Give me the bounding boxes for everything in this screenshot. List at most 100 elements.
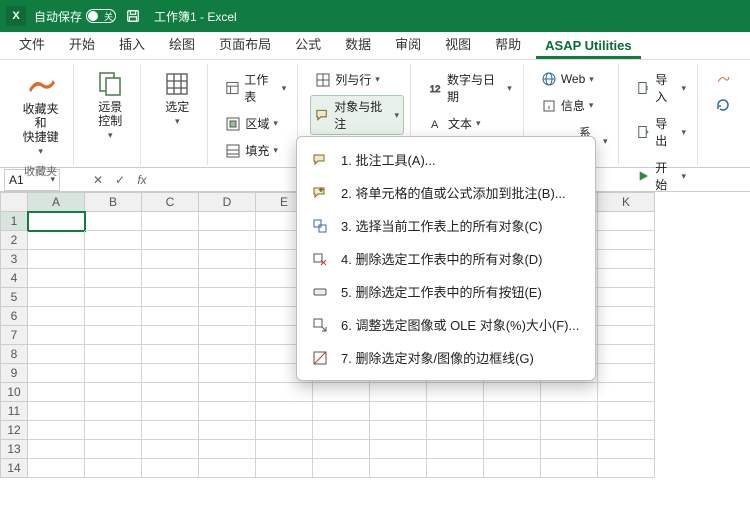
row-header[interactable]: 12 xyxy=(0,421,28,440)
cell[interactable] xyxy=(28,421,85,440)
cell[interactable] xyxy=(598,402,655,421)
row-header[interactable]: 4 xyxy=(0,269,28,288)
cell[interactable] xyxy=(313,402,370,421)
row-header[interactable]: 2 xyxy=(0,231,28,250)
select-button[interactable]: 选定 ▾ xyxy=(153,66,201,131)
row-header[interactable]: 3 xyxy=(0,250,28,269)
cell[interactable] xyxy=(598,383,655,402)
cell[interactable] xyxy=(427,421,484,440)
row-header[interactable]: 13 xyxy=(0,440,28,459)
import-button[interactable]: 导入▾ xyxy=(631,68,691,108)
cell[interactable] xyxy=(142,212,199,231)
cell[interactable] xyxy=(85,364,142,383)
tab-layout[interactable]: 页面布局 xyxy=(210,29,280,59)
cell[interactable] xyxy=(541,459,598,478)
cell[interactable] xyxy=(256,440,313,459)
cell[interactable] xyxy=(85,307,142,326)
cell[interactable] xyxy=(598,231,655,250)
cell[interactable] xyxy=(85,326,142,345)
cell[interactable] xyxy=(427,459,484,478)
tab-home[interactable]: 开始 xyxy=(60,29,104,59)
cell[interactable] xyxy=(85,345,142,364)
cell[interactable] xyxy=(427,440,484,459)
row-header[interactable]: 6 xyxy=(0,307,28,326)
cell[interactable] xyxy=(598,212,655,231)
cell[interactable] xyxy=(199,364,256,383)
cell[interactable] xyxy=(28,212,85,231)
fx-icon[interactable]: fx xyxy=(134,173,150,187)
cell[interactable] xyxy=(85,269,142,288)
cell[interactable] xyxy=(199,307,256,326)
cell[interactable] xyxy=(85,421,142,440)
menu-item-add-comment[interactable]: +2. 将单元格的值或公式添加到批注(B)... xyxy=(297,176,595,209)
tab-asap-utilities[interactable]: ASAP Utilities xyxy=(536,33,640,59)
tab-insert[interactable]: 插入 xyxy=(110,29,154,59)
cell[interactable] xyxy=(541,402,598,421)
row-header[interactable]: 11 xyxy=(0,402,28,421)
cell[interactable] xyxy=(598,459,655,478)
cell[interactable] xyxy=(484,440,541,459)
cell[interactable] xyxy=(256,421,313,440)
web-button[interactable]: Web▾ xyxy=(536,68,613,90)
tab-formulas[interactable]: 公式 xyxy=(286,29,330,59)
cell[interactable] xyxy=(199,326,256,345)
cell[interactable] xyxy=(28,383,85,402)
cell[interactable] xyxy=(370,440,427,459)
col-header[interactable]: C xyxy=(142,192,199,212)
vision-button[interactable]: 远景 控制 ▾ xyxy=(86,66,134,145)
cell[interactable] xyxy=(142,326,199,345)
cell[interactable] xyxy=(541,383,598,402)
cell[interactable] xyxy=(28,326,85,345)
cell[interactable] xyxy=(142,402,199,421)
cell[interactable] xyxy=(85,459,142,478)
more-top-icon[interactable] xyxy=(710,68,736,90)
cell[interactable] xyxy=(199,402,256,421)
cell[interactable] xyxy=(427,402,484,421)
cell[interactable] xyxy=(256,459,313,478)
cell[interactable] xyxy=(199,459,256,478)
menu-item-select-objects[interactable]: 3. 选择当前工作表上的所有对象(C) xyxy=(297,209,595,242)
row-header[interactable]: 7 xyxy=(0,326,28,345)
cols-rows-button[interactable]: 列与行▾ xyxy=(310,68,404,91)
save-icon[interactable] xyxy=(124,7,142,25)
cancel-formula-icon[interactable]: ✕ xyxy=(90,173,106,187)
cell[interactable] xyxy=(28,269,85,288)
cell[interactable] xyxy=(142,364,199,383)
menu-item-remove-border[interactable]: 7. 删除选定对象/图像的边框线(G) xyxy=(297,341,595,374)
cell[interactable] xyxy=(85,250,142,269)
menu-item-comment-tools[interactable]: 1. 批注工具(A)... xyxy=(297,143,595,176)
cell[interactable] xyxy=(85,212,142,231)
cell[interactable] xyxy=(28,440,85,459)
row-header[interactable]: 5 xyxy=(0,288,28,307)
cell[interactable] xyxy=(541,421,598,440)
row-header[interactable]: 1 xyxy=(0,212,28,231)
cell[interactable] xyxy=(256,383,313,402)
cell[interactable] xyxy=(484,383,541,402)
cell[interactable] xyxy=(370,421,427,440)
cell[interactable] xyxy=(28,364,85,383)
cell[interactable] xyxy=(199,212,256,231)
cell[interactable] xyxy=(370,402,427,421)
cell[interactable] xyxy=(484,459,541,478)
tab-review[interactable]: 审阅 xyxy=(386,29,430,59)
export-button[interactable]: 导出▾ xyxy=(631,112,691,152)
cell[interactable] xyxy=(598,269,655,288)
tab-file[interactable]: 文件 xyxy=(10,29,54,59)
row-header[interactable]: 10 xyxy=(0,383,28,402)
cell[interactable] xyxy=(598,364,655,383)
cell[interactable] xyxy=(313,440,370,459)
cell[interactable] xyxy=(598,440,655,459)
cell[interactable] xyxy=(142,231,199,250)
cell[interactable] xyxy=(199,250,256,269)
cell[interactable] xyxy=(598,326,655,345)
start-button[interactable]: 开始▾ xyxy=(631,156,691,196)
cell[interactable] xyxy=(256,402,313,421)
refresh-icon[interactable] xyxy=(710,94,736,116)
text-button[interactable]: A文本▾ xyxy=(423,112,517,135)
objects-comments-button[interactable]: 对象与批注▾ xyxy=(310,95,404,135)
cell[interactable] xyxy=(313,459,370,478)
cell[interactable] xyxy=(598,288,655,307)
numbers-dates-button[interactable]: 12数字与日期▾ xyxy=(423,68,517,108)
cell[interactable] xyxy=(199,269,256,288)
menu-item-delete-objects[interactable]: 4. 删除选定工作表中的所有对象(D) xyxy=(297,242,595,275)
